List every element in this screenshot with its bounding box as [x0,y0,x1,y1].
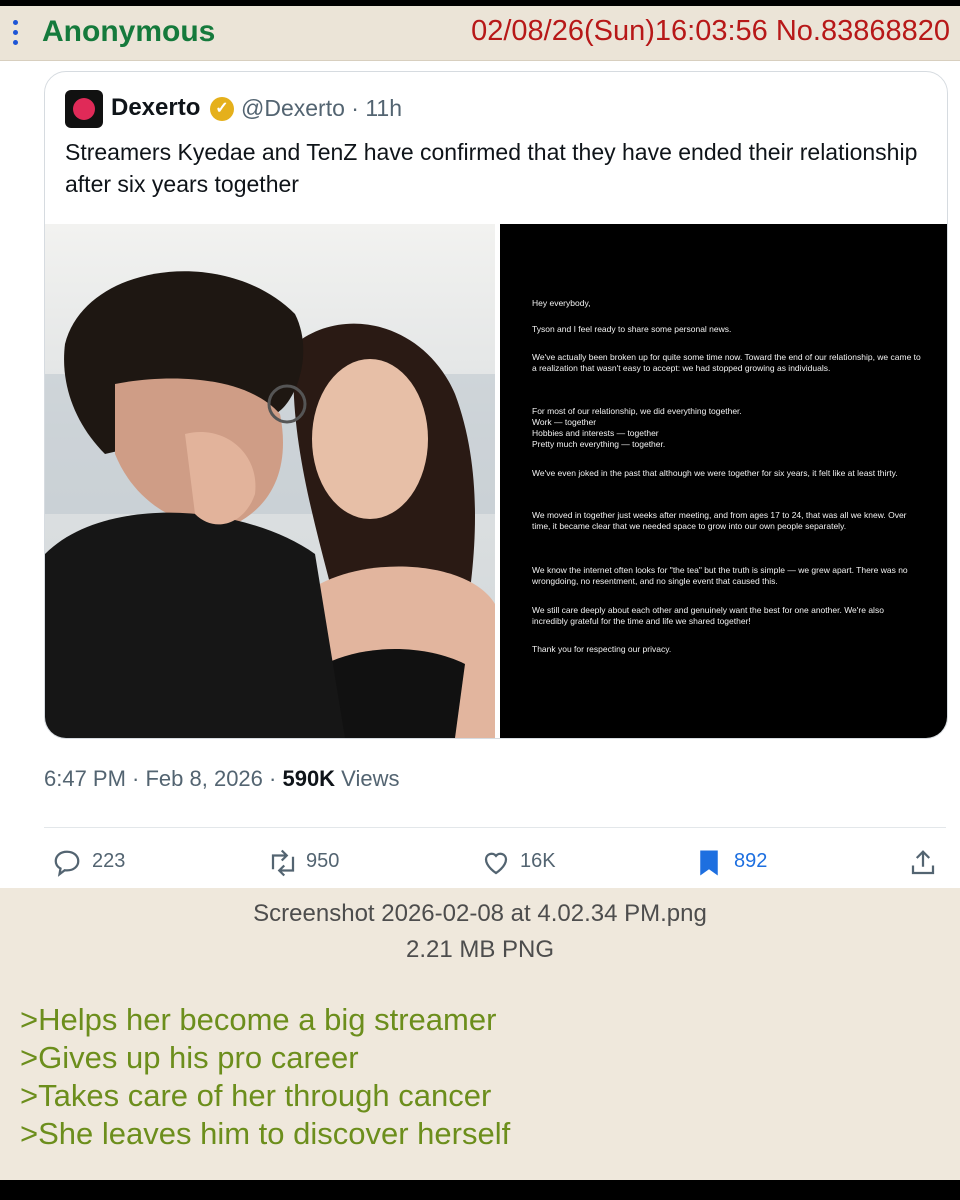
tweet-media[interactable]: Hey everybody, Tyson and I feel ready to… [45,224,947,738]
greentext-line: >Gives up his pro career [20,1040,359,1075]
bookmark-count: 892 [734,850,768,872]
repost-icon [271,849,295,877]
like-count: 16K [520,850,556,872]
like-icon [484,852,508,875]
statement-line: Thank you for respecting our privacy. [532,644,672,654]
views-count: 590K [282,766,336,791]
reply-icon [54,850,80,877]
poster-name: Anonymous [42,15,216,48]
statement-line: We still care deeply about each other an… [532,605,884,626]
share-icon [911,850,935,875]
tweet-timestamp: 6:47 PM · Feb 8, 2026 · 590K Views [44,766,399,792]
tweet-time-date: 6:47 PM · Feb 8, 2026 · [44,766,283,791]
tweet-text: Streamers Kyedae and TenZ have confirmed… [65,139,918,197]
greentext-line: >Helps her become a big streamer [20,1002,497,1037]
greentext-line: >Takes care of her through cancer [20,1078,492,1113]
statement-line: Work — together [532,417,597,427]
couple-photo-illustration [45,271,495,738]
post-header: Anonymous 02/08/26(Sun)16:03:56 No.83868… [0,6,960,61]
action-divider [44,827,946,828]
greentext-line: >She leaves him to discover herself [20,1116,511,1151]
couple-photo[interactable] [45,224,495,738]
imageboard-post: Anonymous 02/08/26(Sun)16:03:56 No.83868… [0,6,960,1180]
verified-icon: ✓ [210,97,234,121]
dexerto-avatar[interactable] [65,90,103,128]
views-label: Views [335,766,400,791]
screen-frame: Anonymous 02/08/26(Sun)16:03:56 No.83868… [0,0,960,1200]
bookmark-icon [700,850,718,876]
statement-line: Pretty much everything — together. [532,439,666,449]
statement-line: Hey everybody, [532,298,591,308]
embedded-tweet-screenshot[interactable]: Dexerto ✓ @Dexerto · 11h Streamers Kyeda… [0,61,960,888]
breakup-statement-image[interactable]: Hey everybody, Tyson and I feel ready to… [500,224,947,738]
statement-line: Hobbies and interests — together [532,428,659,438]
statement-line: We know the internet often looks for "th… [532,565,908,586]
reply-count: 223 [92,850,126,872]
repost-count: 950 [306,850,340,872]
statement-line: We've actually been broken up for quite … [532,352,921,373]
tweet-handle-time: @Dexerto · 11h [241,95,402,121]
file-size: 2.21 MB PNG [405,936,555,963]
post-date-number[interactable]: 02/08/26(Sun)16:03:56 No.83868820 [471,15,950,48]
statement-line: For most of our relationship, we did eve… [532,406,742,416]
file-name[interactable]: Screenshot 2026-02-08 at 4.02.34 PM.png [0,900,960,928]
quoted-tweet-card[interactable]: Dexerto ✓ @Dexerto · 11h Streamers Kyeda… [44,71,948,739]
statement-line: We've even joked in the past that althou… [532,468,898,478]
statement-line: Tyson and I feel ready to share some per… [532,324,732,334]
tweet-author[interactable]: Dexerto [111,94,200,122]
post-menu-icon[interactable] [12,20,20,48]
statement-line: We moved in together just weeks after me… [532,510,907,531]
